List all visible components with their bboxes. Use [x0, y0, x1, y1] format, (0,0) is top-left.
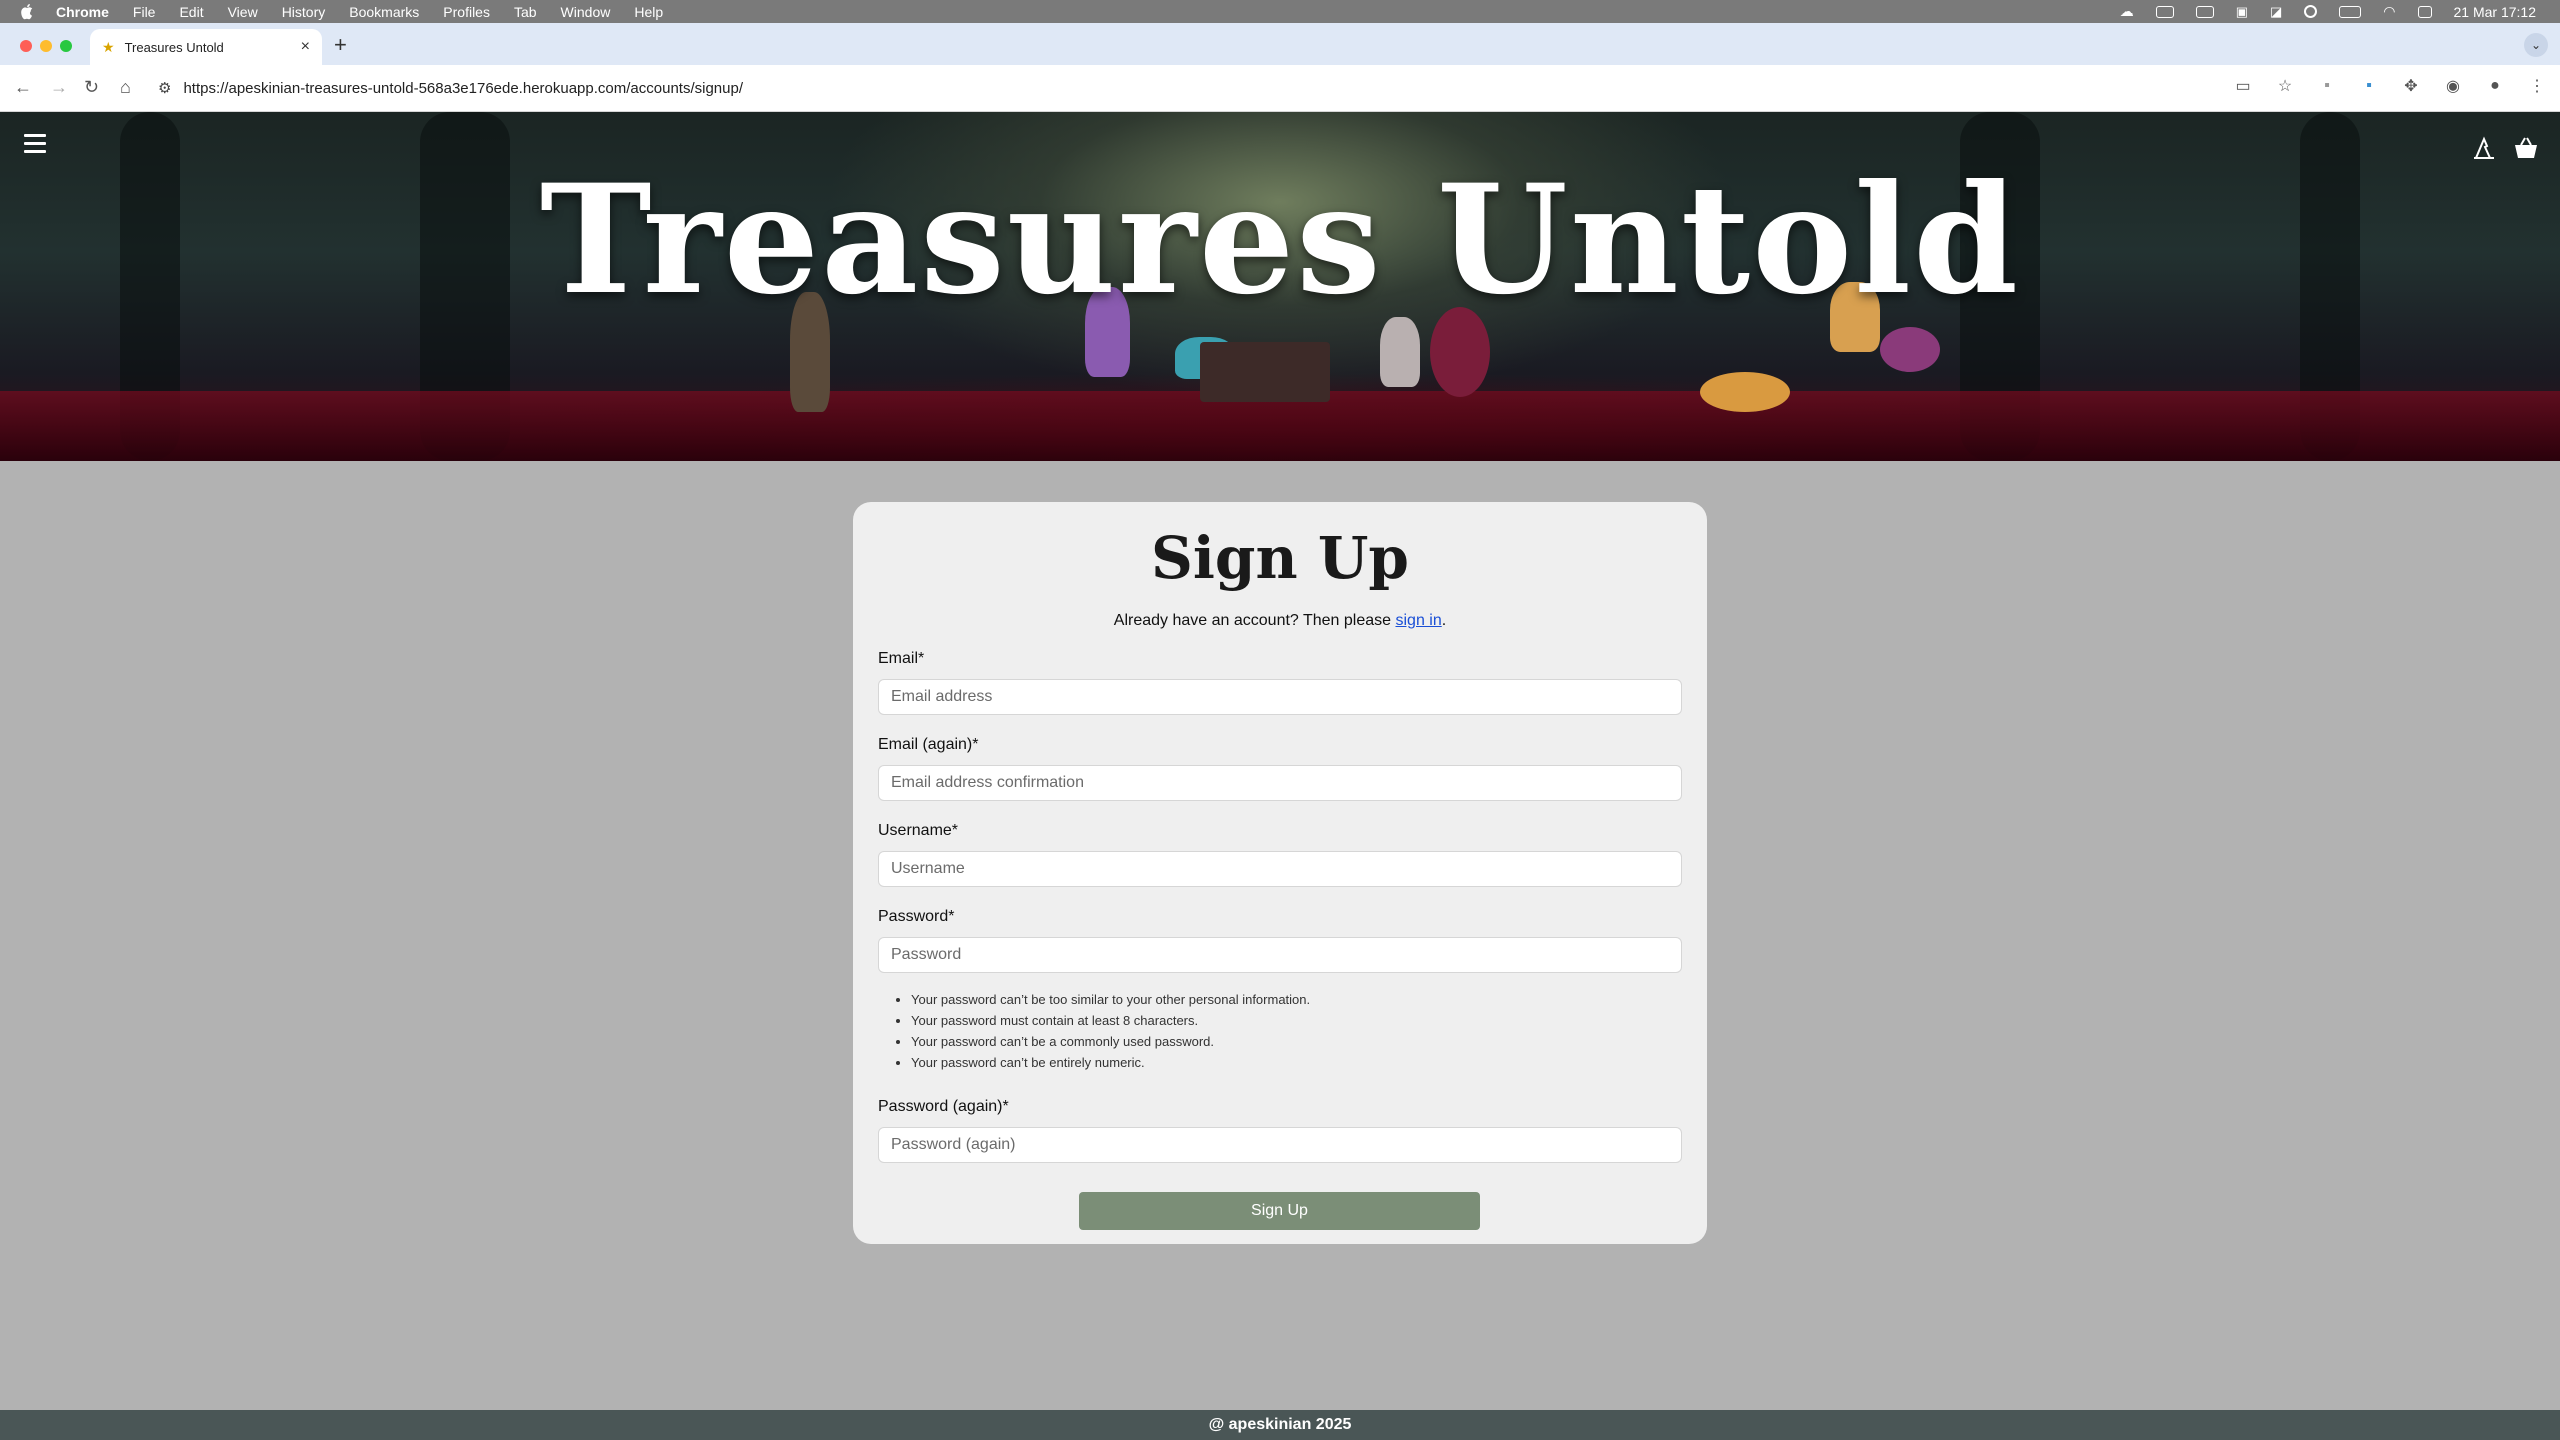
username-label: Username*: [878, 822, 959, 839]
menu-view[interactable]: View: [228, 4, 258, 20]
password-help-item: Your password can’t be entirely numeric.: [911, 1052, 1310, 1073]
control-center-icon[interactable]: [2417, 5, 2432, 18]
status-area: ☁ ▣ ◪ ◠ 21 Mar 17:12: [2120, 0, 2536, 23]
menu-window[interactable]: Window: [561, 4, 611, 20]
menu-profiles[interactable]: Profiles: [443, 4, 490, 20]
profile-avatar-icon[interactable]: ●: [2486, 77, 2504, 95]
browser-toolbar: ← → ↻ ⌂ ⚙ https://apeskinian-treasures-u…: [0, 65, 2560, 112]
banner-candles: [1700, 372, 1790, 412]
wifi-icon[interactable]: ◠: [2383, 3, 2395, 20]
clock[interactable]: 21 Mar 17:12: [2454, 4, 2537, 20]
signin-prompt: Already have an account? Then please sig…: [853, 612, 1707, 630]
password-help-item: Your password must contain at least 8 ch…: [911, 1010, 1310, 1031]
signup-card: Sign Up Already have an account? Then pl…: [853, 502, 1707, 1244]
site-info-icon[interactable]: ⚙: [158, 79, 171, 97]
password-field[interactable]: [878, 937, 1682, 973]
page-title: Sign Up: [1151, 524, 1409, 592]
extension-1-icon[interactable]: ▪: [2318, 77, 2336, 95]
password-again-field[interactable]: [878, 1127, 1682, 1163]
menu-help[interactable]: Help: [634, 4, 663, 20]
record-icon[interactable]: [2304, 5, 2318, 18]
banner-flowers: [1880, 327, 1940, 372]
favicon-icon: ★: [102, 38, 115, 55]
header-banner: Treasures Untold: [0, 112, 2560, 461]
signup-button[interactable]: Sign Up: [1079, 1192, 1480, 1230]
home-icon[interactable]: ⌂: [120, 77, 131, 98]
password-again-label: Password (again)*: [878, 1098, 1009, 1115]
menu-edit[interactable]: Edit: [179, 4, 203, 20]
signin-link[interactable]: sign in: [1395, 612, 1441, 629]
email-again-field[interactable]: [878, 765, 1682, 801]
menu-tab[interactable]: Tab: [514, 4, 537, 20]
footer-text: @ apeskinian 2025: [1208, 1416, 1352, 1433]
extensions-puzzle-icon[interactable]: ✥: [2402, 77, 2420, 95]
password-help-item: Your password can’t be too similar to yo…: [911, 989, 1310, 1010]
toolbar-actions: ▭ ☆ ▪ ▪ ✥ ◉ ● ⋮: [2234, 77, 2546, 95]
menu-history[interactable]: History: [282, 4, 326, 20]
cloud-icon[interactable]: ☁: [2120, 3, 2134, 20]
username-field[interactable]: [878, 851, 1682, 887]
menu-app-name[interactable]: Chrome: [56, 4, 109, 20]
minimize-window-button[interactable]: [40, 40, 52, 52]
tab-title: Treasures Untold: [124, 39, 224, 55]
close-window-button[interactable]: [20, 40, 32, 52]
forward-arrow-icon[interactable]: →: [50, 77, 68, 98]
tab-search-button[interactable]: ⌄: [2524, 33, 2548, 57]
page-footer: @ apeskinian 2025: [0, 1410, 2560, 1440]
signin-prompt-text: Already have an account? Then please: [1113, 612, 1396, 629]
close-tab-icon[interactable]: ×: [301, 38, 310, 56]
url-text[interactable]: https://apeskinian-treasures-untold-568a…: [183, 80, 743, 97]
password-help-item: Your password can’t be a commonly used p…: [911, 1031, 1310, 1052]
macos-menubar: Chrome File Edit View History Bookmarks …: [0, 0, 2560, 23]
email-label: Email*: [878, 650, 925, 667]
banner-books: [1200, 342, 1330, 402]
bookmark-star-icon[interactable]: ☆: [2276, 77, 2294, 95]
reload-icon[interactable]: ↻: [84, 77, 99, 98]
card-icon[interactable]: ▭: [2234, 77, 2252, 95]
browser-tab[interactable]: ★ Treasures Untold ×: [90, 29, 322, 65]
new-tab-button[interactable]: +: [334, 32, 347, 58]
zoom-window-button[interactable]: [60, 40, 72, 52]
page-viewport: Treasures Untold Sign Up Already have an…: [0, 112, 2560, 1440]
menu-bookmarks[interactable]: Bookmarks: [349, 4, 419, 20]
back-arrow-icon[interactable]: ←: [14, 77, 32, 98]
address-bar[interactable]: ⚙ https://apeskinian-treasures-untold-56…: [158, 71, 2448, 105]
battery-icon[interactable]: [2339, 5, 2362, 18]
calendar-icon[interactable]: [2195, 5, 2214, 18]
password-label: Password*: [878, 908, 955, 925]
browser-menu-icon[interactable]: ⋮: [2528, 77, 2546, 95]
clipboard-icon[interactable]: ▣: [2236, 4, 2248, 20]
media-icon[interactable]: ◉: [2444, 77, 2462, 95]
signin-prompt-period: .: [1441, 612, 1447, 629]
tab-strip: ★ Treasures Untold × + ⌄: [0, 23, 2560, 65]
messages-icon[interactable]: ◪: [2270, 4, 2282, 20]
email-field[interactable]: [878, 679, 1682, 715]
site-brand[interactable]: Treasures Untold: [0, 152, 2560, 328]
wizard-hat-account-icon[interactable]: [2470, 134, 2498, 162]
menu-file[interactable]: File: [133, 4, 156, 20]
header-icons: [2470, 134, 2540, 162]
password-help-list: Your password can’t be too similar to yo…: [893, 989, 1310, 1073]
hamburger-menu-icon[interactable]: [24, 134, 46, 158]
email-again-label: Email (again)*: [878, 736, 979, 753]
notion-icon[interactable]: [2155, 5, 2174, 18]
extension-2-icon[interactable]: ▪: [2360, 77, 2378, 95]
basket-icon[interactable]: [2512, 134, 2540, 162]
apple-icon[interactable]: [20, 3, 36, 20]
